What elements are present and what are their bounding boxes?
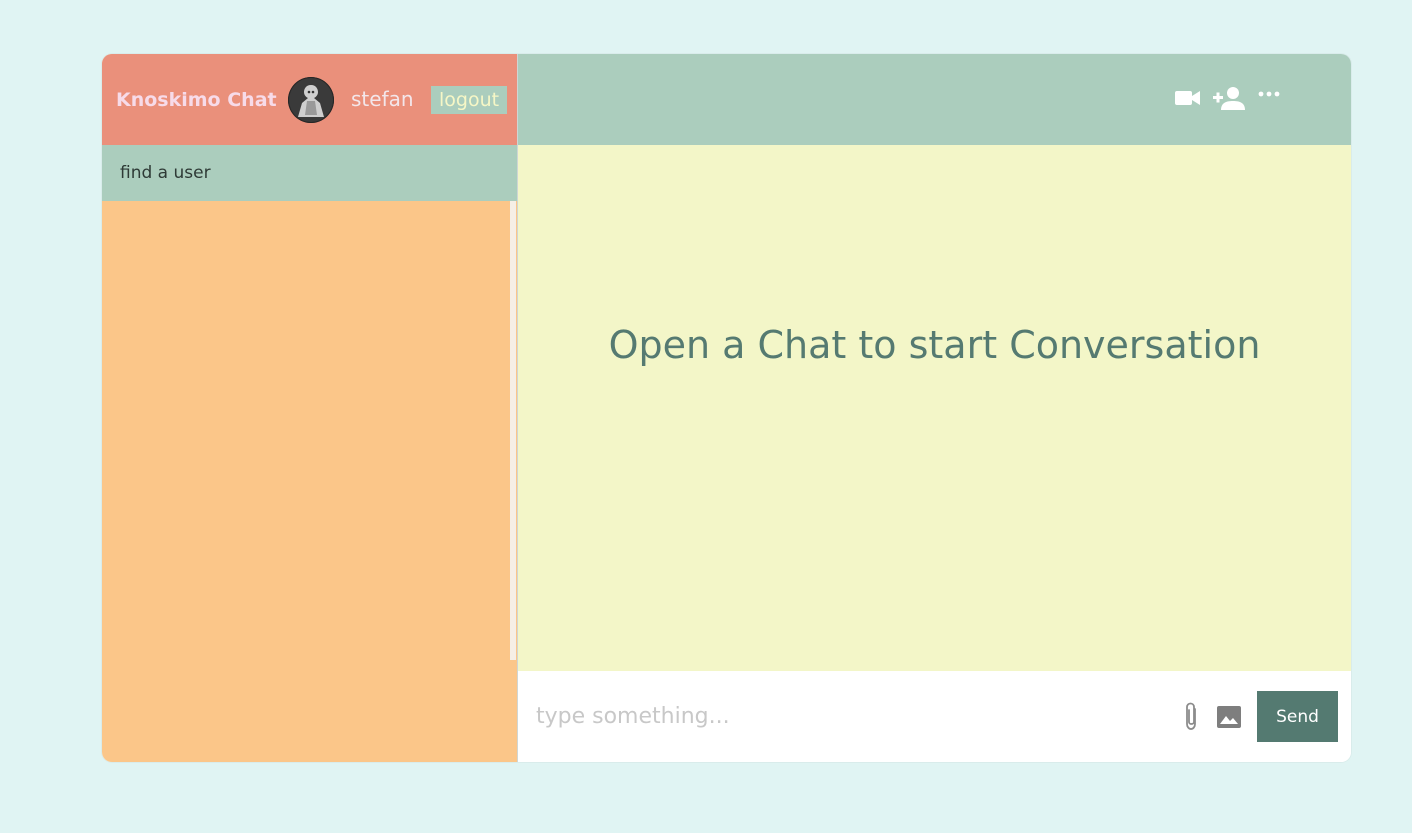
video-camera-icon[interactable] [1175,88,1201,108]
logout-button[interactable]: logout [431,86,508,114]
empty-state-message: Open a Chat to start Conversation [608,323,1261,367]
avatar-image [288,77,334,123]
paperclip-icon[interactable] [1181,701,1201,733]
search-form [102,145,517,201]
app-logo: Knoskimo Chat [116,88,277,111]
avatar [288,77,334,123]
chat-app: Knoskimo Chat stefan logout find a user … [102,54,1351,762]
chat-panel: Open a Chat to start Conversation Send [518,54,1351,762]
send-area: Send [1181,691,1338,742]
message-input-bar: Send [518,671,1351,762]
navbar: Knoskimo Chat stefan logout [102,54,517,145]
messages-area: Open a Chat to start Conversation [518,145,1351,671]
more-options-icon[interactable] [1257,88,1281,108]
chat-header-icons [1175,86,1281,110]
message-input[interactable] [534,703,1181,730]
image-icon[interactable] [1215,704,1243,730]
add-user-icon[interactable] [1213,86,1245,110]
search-input[interactable] [118,162,502,184]
send-button[interactable]: Send [1257,691,1338,742]
username: stefan [351,87,414,111]
chat-list-scrollbar[interactable] [510,201,516,660]
chat-list [102,201,517,762]
chat-header [518,54,1351,145]
sidebar: Knoskimo Chat stefan logout [102,54,518,762]
